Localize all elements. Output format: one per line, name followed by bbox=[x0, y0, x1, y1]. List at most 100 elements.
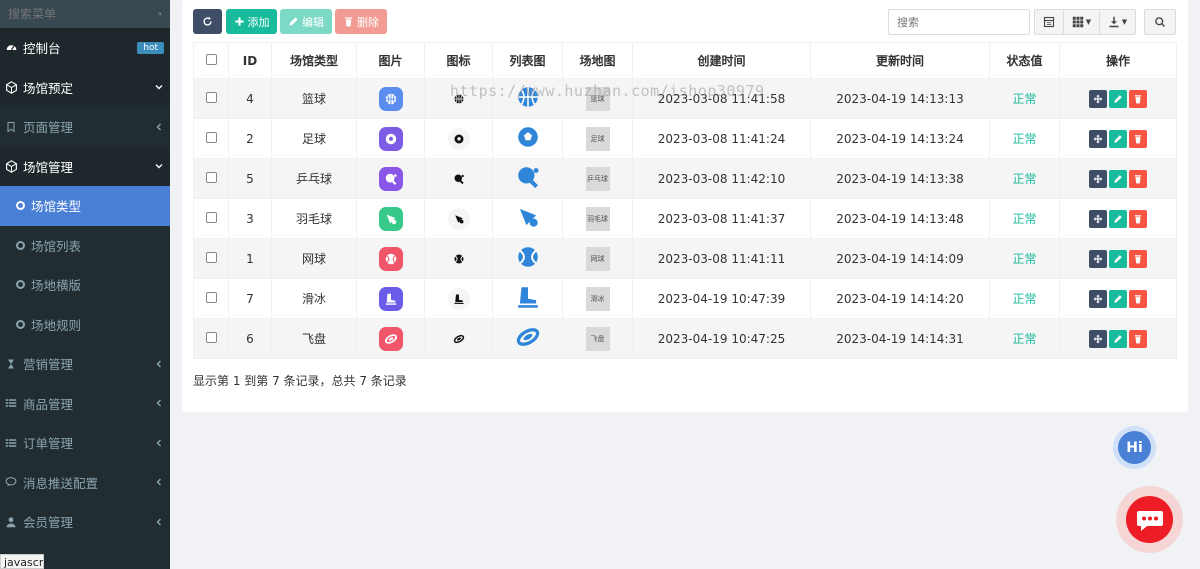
sidebar-item-members[interactable]: 会员管理 bbox=[0, 502, 170, 542]
tennis-list-icon[interactable] bbox=[515, 247, 541, 273]
row-delete-button[interactable] bbox=[1129, 129, 1147, 148]
sidebar-item-marketing[interactable]: 营销管理 bbox=[0, 344, 170, 384]
sidebar-item-dashboard[interactable]: 控制台 hot bbox=[0, 28, 170, 68]
drag-button[interactable] bbox=[1089, 329, 1107, 348]
basketball-app-icon[interactable] bbox=[378, 86, 403, 111]
table-row[interactable]: 4 篮球 篮球 2023-03-08 11:41:58 2023-04-19 1… bbox=[193, 78, 1177, 119]
field-map-thumb[interactable]: 篮球 bbox=[585, 86, 610, 111]
frisbee-list-icon[interactable] bbox=[515, 328, 541, 353]
badminton-app-icon[interactable] bbox=[378, 206, 403, 231]
column-header[interactable]: 列表图 bbox=[492, 42, 563, 79]
columns-dropdown-button[interactable]: ▼ bbox=[1063, 9, 1100, 35]
tennis-app-icon[interactable] bbox=[378, 246, 403, 271]
row-edit-button[interactable] bbox=[1109, 209, 1127, 228]
chat-button[interactable] bbox=[1116, 486, 1183, 553]
drag-button[interactable] bbox=[1089, 129, 1107, 148]
row-edit-button[interactable] bbox=[1109, 169, 1127, 188]
pingpong-app-icon[interactable] bbox=[378, 166, 403, 191]
sidebar-item-field-rules[interactable]: 场地规则 bbox=[0, 305, 170, 345]
search-icon[interactable] bbox=[158, 7, 162, 21]
soccer-app-icon[interactable] bbox=[378, 126, 403, 151]
row-checkbox[interactable] bbox=[205, 251, 217, 263]
pingpong-list-icon[interactable] bbox=[515, 167, 541, 193]
row-checkbox-cell[interactable] bbox=[193, 158, 229, 199]
row-checkbox[interactable] bbox=[205, 91, 217, 103]
column-header[interactable]: 更新时间 bbox=[810, 42, 990, 79]
header-checkbox-cell[interactable] bbox=[193, 42, 229, 79]
row-delete-button[interactable] bbox=[1129, 249, 1147, 268]
row-checkbox-cell[interactable] bbox=[193, 198, 229, 239]
table-row[interactable]: 5 乒乓球 乒乓球 2023-03-08 11:42:10 2023-04-19… bbox=[193, 158, 1177, 199]
row-edit-button[interactable] bbox=[1109, 329, 1127, 348]
table-row[interactable]: 2 足球 足球 2023-03-08 11:41:24 2023-04-19 1… bbox=[193, 118, 1177, 159]
field-map-thumb[interactable]: 网球 bbox=[585, 246, 610, 271]
select-all-checkbox[interactable] bbox=[205, 53, 217, 65]
column-header[interactable]: 图标 bbox=[424, 42, 493, 79]
sidebar-item-page-management[interactable]: 页面管理 bbox=[0, 107, 170, 147]
toggle-view-button[interactable] bbox=[1034, 9, 1064, 35]
row-checkbox-cell[interactable] bbox=[193, 238, 229, 279]
sidebar-item-field-layout[interactable]: 场地横版 bbox=[0, 265, 170, 305]
sidebar-item-orders[interactable]: 订单管理 bbox=[0, 423, 170, 463]
sidebar-item-push-config[interactable]: 消息推送配置 bbox=[0, 463, 170, 503]
skate-list-icon[interactable] bbox=[515, 287, 541, 313]
row-edit-button[interactable] bbox=[1109, 89, 1127, 108]
row-checkbox-cell[interactable] bbox=[193, 118, 229, 159]
drag-button[interactable] bbox=[1089, 89, 1107, 108]
row-delete-button[interactable] bbox=[1129, 169, 1147, 188]
drag-button[interactable] bbox=[1089, 209, 1107, 228]
column-header[interactable]: 场地图 bbox=[562, 42, 633, 79]
add-button[interactable]: 添加 bbox=[226, 9, 277, 34]
column-header[interactable]: ID bbox=[228, 42, 272, 79]
table-row[interactable]: 6 飞盘 飞盘 2023-04-19 10:47:25 2023-04-19 1… bbox=[193, 318, 1177, 359]
sidebar-item-venue-management[interactable]: 场馆管理 bbox=[0, 146, 170, 186]
field-map-thumb[interactable]: 羽毛球 bbox=[585, 206, 610, 231]
basketball-list-icon[interactable] bbox=[515, 87, 541, 113]
badminton-list-icon[interactable] bbox=[515, 208, 541, 233]
row-checkbox-cell[interactable] bbox=[193, 278, 229, 319]
edit-button[interactable]: 编辑 bbox=[280, 9, 332, 34]
sidebar-item-venue-list[interactable]: 场馆列表 bbox=[0, 226, 170, 266]
drag-button[interactable] bbox=[1089, 289, 1107, 308]
field-map-thumb[interactable]: 滑冰 bbox=[585, 286, 610, 311]
row-checkbox[interactable] bbox=[205, 171, 217, 183]
row-checkbox[interactable] bbox=[205, 131, 217, 143]
search-button[interactable] bbox=[1144, 9, 1176, 35]
sidebar-item-venue-types[interactable]: 场馆类型 bbox=[0, 186, 170, 226]
field-map-thumb[interactable]: 飞盘 bbox=[585, 326, 610, 351]
sidebar-item-venue-booking[interactable]: 场馆预定 bbox=[0, 67, 170, 107]
drag-button[interactable] bbox=[1089, 169, 1107, 188]
row-checkbox-cell[interactable] bbox=[193, 78, 229, 119]
search-input[interactable] bbox=[888, 9, 1030, 35]
delete-button[interactable]: 删除 bbox=[335, 9, 387, 34]
field-map-thumb[interactable]: 足球 bbox=[585, 126, 610, 151]
field-map-thumb[interactable]: 乒乓球 bbox=[585, 166, 610, 191]
refresh-button[interactable] bbox=[193, 9, 222, 34]
row-delete-button[interactable] bbox=[1129, 209, 1147, 228]
hi-assistant-button[interactable]: Hi bbox=[1113, 426, 1156, 469]
table-row[interactable]: 3 羽毛球 羽毛球 2023-03-08 11:41:37 2023-04-19… bbox=[193, 198, 1177, 239]
column-header[interactable]: 图片 bbox=[356, 42, 425, 79]
row-edit-button[interactable] bbox=[1109, 289, 1127, 308]
soccer-list-icon[interactable] bbox=[515, 127, 541, 153]
export-dropdown-button[interactable]: ▼ bbox=[1099, 9, 1136, 35]
frisbee-app-icon[interactable] bbox=[378, 326, 403, 351]
row-checkbox-cell[interactable] bbox=[193, 318, 229, 359]
row-checkbox[interactable] bbox=[205, 211, 217, 223]
sidebar-search-input[interactable] bbox=[8, 7, 158, 21]
skate-app-icon[interactable] bbox=[378, 286, 403, 311]
row-delete-button[interactable] bbox=[1129, 289, 1147, 308]
row-checkbox[interactable] bbox=[205, 291, 217, 303]
column-header[interactable]: 创建时间 bbox=[632, 42, 811, 79]
table-row[interactable]: 7 滑冰 滑冰 2023-04-19 10:47:39 2023-04-19 1… bbox=[193, 278, 1177, 319]
table-row[interactable]: 1 网球 网球 2023-03-08 11:41:11 2023-04-19 1… bbox=[193, 238, 1177, 279]
column-header[interactable]: 场馆类型 bbox=[271, 42, 357, 79]
row-delete-button[interactable] bbox=[1129, 329, 1147, 348]
row-edit-button[interactable] bbox=[1109, 129, 1127, 148]
column-header[interactable]: 状态值 bbox=[989, 42, 1060, 79]
sidebar-item-products[interactable]: 商品管理 bbox=[0, 384, 170, 424]
row-checkbox[interactable] bbox=[205, 331, 217, 343]
row-delete-button[interactable] bbox=[1129, 89, 1147, 108]
drag-button[interactable] bbox=[1089, 249, 1107, 268]
row-edit-button[interactable] bbox=[1109, 249, 1127, 268]
